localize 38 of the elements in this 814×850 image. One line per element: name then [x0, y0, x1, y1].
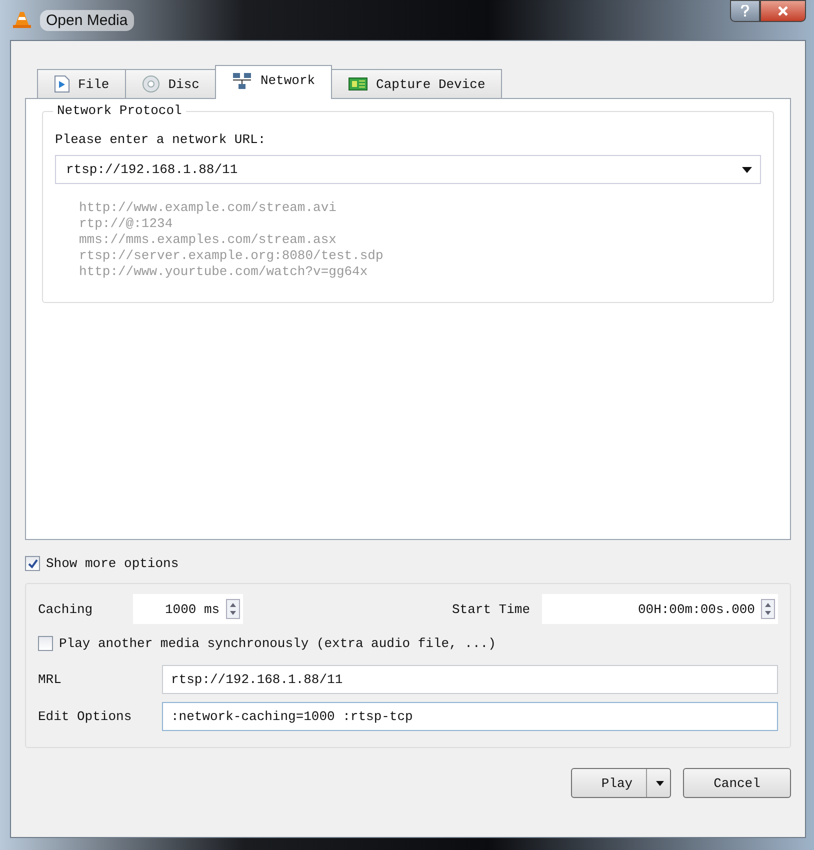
url-combo-box[interactable]: rtsp://192.168.1.88/11 — [55, 155, 761, 184]
spin-arrows-icon[interactable] — [761, 599, 775, 619]
checkmark-icon — [26, 558, 38, 570]
tab[interactable]: Capture Device — [331, 69, 502, 98]
example-url: mms://mms.examples.com/stream.asx — [79, 232, 338, 248]
url-prompt: Please enter a network URL: — [55, 132, 267, 147]
close-icon — [777, 5, 789, 17]
close-button[interactable] — [760, 0, 806, 22]
disc-icon — [142, 75, 160, 93]
dropdown-arrow-icon — [656, 780, 664, 786]
network-icon — [232, 72, 252, 90]
tab[interactable]: File — [37, 69, 126, 98]
show-more-options-checkbox[interactable]: Show more options — [25, 556, 791, 571]
example-url: http://www.yourtube.com/watch?v=gg64x — [79, 264, 369, 280]
play-button[interactable]: Play — [571, 768, 671, 798]
mrl-label: MRL — [38, 672, 62, 687]
start-time-spinbox[interactable]: 00H:00m:00s.000 — [542, 594, 778, 624]
example-url: rtp://@:1234 — [79, 216, 174, 232]
document-icon — [54, 75, 70, 93]
tab[interactable]: Network — [215, 65, 332, 99]
example-url: rtsp://server.example.org:8080/test.sdp — [79, 248, 384, 264]
start-time-label: Start Time — [452, 602, 530, 616]
edit-options-field[interactable]: :network-caching=1000 :rtsp-tcp — [162, 702, 778, 731]
caching-spinbox[interactable]: 1000 ms — [132, 594, 243, 624]
help-button[interactable] — [730, 0, 760, 22]
edit-options-label: Edit Options — [38, 709, 133, 724]
dropdown-arrow-icon — [742, 166, 752, 172]
capture-card-icon — [348, 76, 368, 92]
cancel-button[interactable]: Cancel — [683, 768, 791, 798]
spin-arrows-icon[interactable] — [226, 599, 240, 619]
sync-media-checkbox[interactable]: Play another media synchronously (extra audio file, ...) — [38, 636, 778, 651]
tab[interactable]: Disc — [125, 69, 216, 98]
window-title: Open Media — [40, 10, 134, 30]
mrl-field[interactable]: rtsp://192.168.1.88/11 — [162, 665, 778, 694]
traffic-cone-icon — [12, 10, 32, 30]
example-url: http://www.example.com/stream.avi — [79, 200, 338, 216]
caching-label: Caching — [38, 602, 93, 616]
question-mark-icon — [740, 5, 750, 17]
